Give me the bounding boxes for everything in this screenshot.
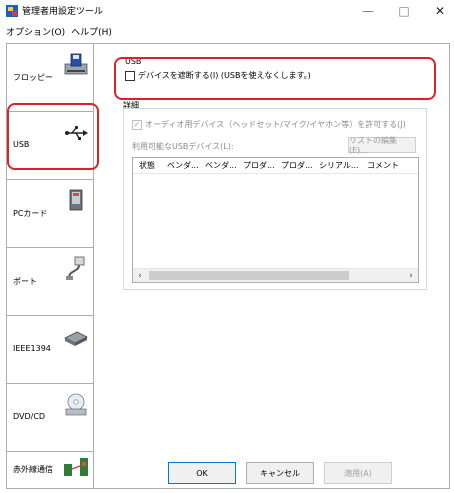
column-header[interactable]: 状態 [133, 160, 161, 171]
sidebar-item-floppy[interactable]: フロッピー [7, 44, 93, 112]
maximize-button[interactable]: □ [386, 0, 422, 22]
settings-panel: USB デバイスを遮断する(I) (USBを使えなくします。) 詳細 ✓ オーデ… [95, 44, 449, 462]
apply-button[interactable]: 適用(A) [324, 462, 392, 484]
horizontal-scrollbar[interactable]: ‹ › [133, 268, 418, 282]
sidebar-item-label: DVD/CD [13, 412, 46, 421]
column-header[interactable]: コメント [361, 160, 411, 171]
column-header[interactable]: シリアル... [313, 160, 361, 171]
window-title: 管理者用設定ツール [22, 7, 104, 17]
list-header: 状態 ベンダ... ベンダ... プロダ... プロダ... シリアル... コ… [133, 158, 418, 174]
ok-button[interactable]: OK [168, 462, 236, 484]
highlight-usb-block [114, 57, 436, 100]
app-icon [6, 5, 18, 17]
sidebar-item-label: ポート [13, 277, 37, 286]
allowed-devices-label: 利用可能なUSBデバイス(L): [132, 142, 234, 151]
scrollbar-thumb[interactable] [149, 271, 349, 280]
audio-device-option[interactable]: ✓ オーディオ用デバイス（ヘッドセット/マイク/イヤホン等）を許可する(J) [132, 119, 406, 130]
cancel-button[interactable]: キャンセル [246, 462, 314, 484]
dialog-footer: OK キャンセル 適用(A) [7, 462, 449, 488]
check-icon[interactable]: ✓ [132, 119, 142, 130]
ieee1394-icon [64, 331, 88, 346]
dvd-cd-icon [65, 393, 87, 416]
detail-group: ✓ オーディオ用デバイス（ヘッドセット/マイク/イヤホン等）を許可する(J) 利… [123, 108, 427, 290]
title-bar: 管理者用設定ツール — □ ✕ [0, 0, 454, 22]
menu-bar: オプション(O) ヘルプ(H) [0, 22, 454, 40]
sidebar-item-label: IEEE1394 [13, 344, 51, 353]
close-button[interactable]: ✕ [422, 0, 454, 22]
menu-help[interactable]: ヘルプ(H) [71, 25, 112, 38]
usb-device-list[interactable]: 状態 ベンダ... ベンダ... プロダ... プロダ... シリアル... コ… [132, 157, 419, 283]
column-header[interactable]: ベンダ... [161, 160, 199, 171]
sidebar-item-ieee1394[interactable]: IEEE1394 [7, 316, 93, 384]
pc-card-icon [69, 189, 83, 211]
column-header[interactable]: プロダ... [237, 160, 275, 171]
port-cable-icon [66, 256, 85, 280]
floppy-drive-icon [64, 53, 88, 75]
menu-options[interactable]: オプション(O) [6, 25, 65, 38]
sidebar-item-dvdcd[interactable]: DVD/CD [7, 384, 93, 452]
sidebar-item-label: PCカード [13, 209, 48, 218]
scroll-right-icon[interactable]: › [404, 269, 418, 282]
minimize-button[interactable]: — [350, 0, 386, 22]
sidebar-item-port[interactable]: ポート [7, 248, 93, 316]
column-header[interactable]: ベンダ... [199, 160, 237, 171]
highlight-usb-sidebar [7, 103, 99, 170]
sidebar-item-label: フロッピー [13, 73, 53, 82]
scroll-left-icon[interactable]: ‹ [133, 269, 147, 282]
audio-device-label: オーディオ用デバイス（ヘッドセット/マイク/イヤホン等）を許可する(J) [145, 120, 406, 129]
edit-list-button[interactable]: リストの編集(E)... [348, 136, 416, 155]
column-header[interactable]: プロダ... [275, 160, 313, 171]
sidebar-item-pccard[interactable]: PCカード [7, 180, 93, 248]
